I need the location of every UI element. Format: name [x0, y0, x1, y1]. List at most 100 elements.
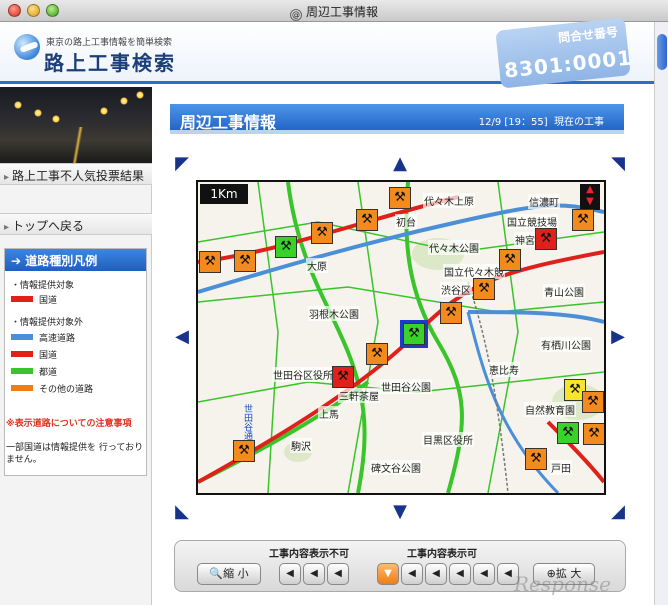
legend-header: ➔ 道路種別凡例: [5, 249, 146, 271]
main-header: 周辺工事情報 12/9 [19：55] 現在の工事: [170, 104, 624, 134]
construction-marker[interactable]: ⚒: [572, 209, 594, 231]
vertical-scrollbar[interactable]: [654, 22, 668, 605]
place-label: 碑文谷公園: [370, 460, 422, 475]
construction-marker[interactable]: ⚒: [582, 391, 604, 413]
street-lamp: [136, 91, 144, 99]
place-label: 代々木上原: [423, 193, 475, 208]
triangle-left-icon: ◀: [504, 568, 512, 579]
hide-level-button[interactable]: ◀: [279, 563, 301, 585]
construction-marker[interactable]: ⚒: [389, 187, 411, 209]
triangle-left-icon: ◀: [456, 568, 464, 579]
legend-row: その他の道路: [11, 382, 93, 395]
hide-level-button[interactable]: ◀: [327, 563, 349, 585]
pan-southeast-arrow-icon[interactable]: ◢: [608, 502, 628, 522]
triangle-left-icon: ◀: [286, 568, 294, 579]
place-label: 三軒茶屋: [338, 388, 380, 403]
legend-row: 国道: [11, 293, 57, 306]
zoom-out-button[interactable]: 🔍縮 小: [197, 563, 261, 585]
pan-west-arrow-icon[interactable]: ◀: [172, 327, 192, 347]
street-lamp: [100, 107, 108, 115]
road-note-link[interactable]: ※表示道路についての注意事項: [6, 418, 146, 430]
place-label: 目黒区役所: [422, 432, 474, 447]
place-label: 神宮: [514, 232, 536, 247]
construction-marker[interactable]: ⚒: [557, 422, 579, 444]
legend-swatch: [11, 351, 33, 357]
place-label: 世田谷区役所: [272, 367, 334, 382]
legend-swatch: [11, 368, 33, 374]
triangle-left-icon: ◀: [480, 568, 488, 579]
construction-marker[interactable]: ⚒: [525, 448, 547, 470]
construction-marker[interactable]: ⚒: [199, 251, 221, 273]
pan-northeast-arrow-icon[interactable]: ◥: [608, 154, 628, 174]
place-label: 青山公園: [543, 284, 585, 299]
street-lamp: [120, 97, 128, 105]
place-label: 渋谷区: [440, 282, 472, 297]
place-label: 大原: [306, 258, 328, 273]
hide-level-button[interactable]: ◀: [303, 563, 325, 585]
place-label: 信濃町: [528, 194, 560, 209]
construction-marker[interactable]: ⚒: [311, 222, 333, 244]
scrollbar-thumb[interactable]: [657, 34, 667, 70]
show-details-label: 工事内容表示可: [407, 549, 477, 560]
construction-marker[interactable]: ⚒: [535, 228, 557, 250]
watermark: Response: [514, 572, 611, 596]
place-label: 恵比寿: [488, 362, 520, 377]
map-scale: 1Km: [200, 184, 248, 204]
show-level-button[interactable]: ◀: [473, 563, 495, 585]
show-level-button[interactable]: ◀: [449, 563, 471, 585]
place-label: 戸田: [550, 460, 572, 475]
construction-marker[interactable]: ⚒: [440, 302, 462, 324]
construction-marker[interactable]: ⚒: [366, 343, 388, 365]
construction-map[interactable]: 1Km ▲ ▼ 代々木上原 代々木公園 国立代々木競 国立競技場 信濃町 初台 大…: [196, 180, 606, 495]
expressway: [467, 310, 604, 324]
street-lamp: [14, 101, 22, 109]
triangle-left-icon: ◀: [408, 568, 416, 579]
pan-northwest-arrow-icon[interactable]: ◤: [172, 154, 192, 174]
place-label: 代々木公園: [428, 240, 480, 255]
pan-southwest-arrow-icon[interactable]: ◣: [172, 502, 192, 522]
legend-swatch: [11, 334, 33, 340]
road-stripe: [60, 127, 100, 163]
show-level-button[interactable]: ◀: [425, 563, 447, 585]
construction-marker[interactable]: ⚒: [332, 366, 354, 388]
place-label: 世田谷公園: [380, 379, 432, 394]
magnifier-minus-icon: 🔍: [209, 567, 224, 580]
legend-provided-heading: ・情報提供対象: [11, 281, 75, 291]
legend-swatch: [11, 385, 33, 391]
current-level-button[interactable]: ▼: [377, 563, 399, 585]
vote-results-link[interactable]: ▸ 路上工事不人気投票結果: [0, 163, 152, 185]
triangle-down-icon: ▼: [384, 568, 392, 579]
pan-east-arrow-icon[interactable]: ▶: [608, 327, 628, 347]
place-label: 国立代々木競: [443, 264, 505, 279]
arrow-right-icon: ➔: [11, 254, 26, 268]
place-label: 自然教育園: [524, 402, 576, 417]
construction-marker[interactable]: ⚒: [234, 250, 256, 272]
datetime-status: 12/9 [19：55] 現在の工事: [478, 117, 604, 128]
site-title[interactable]: 路上工事検索: [44, 47, 176, 76]
globe-icon: @: [289, 9, 302, 21]
site-logo-icon[interactable]: [14, 34, 40, 60]
construction-marker[interactable]: ⚒: [473, 278, 495, 300]
show-level-button[interactable]: ◀: [401, 563, 423, 585]
sidebar: ▸ 路上工事不人気投票結果 ▸ トップへ戻る ➔ 道路種別凡例 ・情報提供対象 国道…: [0, 87, 152, 605]
legend-not-provided-heading: ・情報提供対象外: [11, 318, 84, 328]
legend-row: 高速道路: [11, 331, 75, 344]
place-label: 上馬: [318, 406, 340, 421]
street-lamp: [52, 115, 60, 123]
construction-marker[interactable]: ⚒: [583, 423, 604, 445]
construction-marker[interactable]: ⚒: [356, 209, 378, 231]
construction-marker[interactable]: ⚒: [233, 440, 255, 462]
chevron-right-icon: ▸: [4, 222, 10, 233]
construction-marker[interactable]: ⚒: [499, 249, 521, 271]
page-title: 周辺工事情報: [180, 113, 277, 132]
window-title: @ 周辺工事情報: [289, 5, 378, 21]
window-titlebar: @ 周辺工事情報: [0, 0, 668, 22]
construction-marker[interactable]: ⚒: [275, 236, 297, 258]
place-label: 有栖川公園: [540, 337, 592, 352]
pan-north-arrow-icon[interactable]: ▲: [390, 154, 410, 174]
back-to-top-link[interactable]: ▸ トップへ戻る: [0, 213, 152, 235]
construction-marker-selected[interactable]: ⚒: [400, 320, 428, 348]
night-road-photo: [0, 87, 152, 163]
pan-south-arrow-icon[interactable]: ▼: [390, 502, 410, 522]
place-label: 国立競技場: [506, 214, 558, 229]
